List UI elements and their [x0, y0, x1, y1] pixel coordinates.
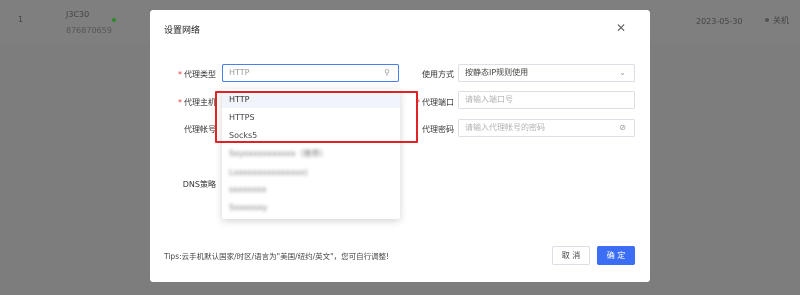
device-name: J3C30: [66, 10, 90, 19]
row-date: 2023-05-30: [696, 17, 743, 26]
tips-text: Tips:云手机默认国家/时区/语言为"美国/纽约/英文"，您可自行调整!: [164, 252, 390, 261]
device-id: 876870659: [66, 26, 112, 35]
chevron-down-icon: ⌄: [619, 68, 626, 77]
dropdown-option-https[interactable]: HTTPS: [222, 109, 400, 126]
row-status: 关机: [773, 16, 789, 25]
proxy-type-select[interactable]: HTTP ⚲: [222, 64, 399, 82]
network-settings-modal: 设置网络 ✕ * 代理类型 HTTP ⚲ * 代理主机 代理帐号 DNS策略 使用方…: [150, 10, 650, 282]
dns-policy-label: DNS策略: [182, 180, 216, 189]
dropdown-option-blurred[interactable]: Sxxxxxxy: [222, 199, 400, 216]
search-icon: ⚲: [384, 68, 390, 77]
proxy-port-label: * 代理端口: [416, 98, 454, 107]
dropdown-option-blurred[interactable]: Sxyxxxxxxxxxxx（推荐）: [222, 145, 400, 162]
usage-mode-select[interactable]: 按静态IP规则使用 ⌄: [458, 64, 635, 82]
eye-off-icon[interactable]: ⊘: [619, 120, 626, 136]
status-dot-icon: [765, 18, 769, 22]
proxy-port-input[interactable]: 请输入端口号: [458, 91, 635, 109]
close-icon[interactable]: ✕: [616, 22, 626, 34]
proxy-type-dropdown: HTTP HTTPS Socks5 Sxyxxxxxxxxxxx（推荐） Lxx…: [222, 89, 400, 219]
dropdown-option-blurred[interactable]: sxxxxxxx: [222, 181, 400, 198]
modal-title: 设置网络: [164, 26, 201, 36]
dropdown-option-blurred[interactable]: Lxxxxxxxxxxxxxxx): [222, 164, 400, 181]
dropdown-option-http[interactable]: HTTP: [222, 91, 400, 108]
ok-button[interactable]: 确 定: [597, 246, 635, 265]
usage-mode-label: 使用方式: [422, 70, 454, 79]
proxy-password-label: 代理密码: [422, 125, 454, 134]
proxy-type-label: * 代理类型: [178, 70, 216, 79]
online-dot-icon: [112, 18, 116, 22]
proxy-host-label: * 代理主机: [178, 98, 216, 107]
row-index: 1: [18, 15, 24, 24]
proxy-account-label: 代理帐号: [184, 125, 216, 134]
cancel-button[interactable]: 取 消: [552, 246, 590, 265]
dropdown-option-socks5[interactable]: Socks5: [222, 127, 400, 144]
proxy-password-input[interactable]: 请输入代理帐号的密码 ⊘: [458, 119, 635, 137]
